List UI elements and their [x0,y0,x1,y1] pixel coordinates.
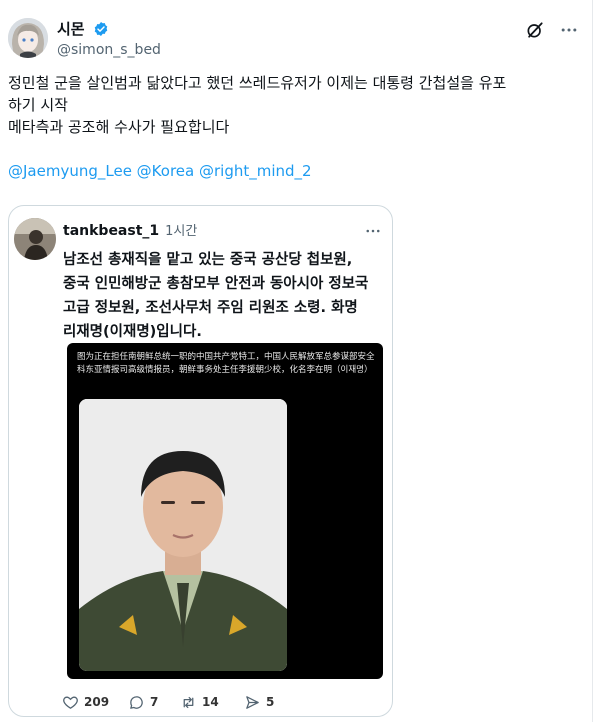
quoted-author-handle[interactable]: tankbeast_1 [63,223,159,239]
tweet-body: 정민철 군을 살인범과 닮았다고 했던 쓰레드유저가 이제는 대통령 간첩설을 … [8,72,580,182]
portrait-photo [79,399,287,671]
tweet-text-line: 정민철 군을 살인범과 닮았다고 했던 쓰레드유저가 이제는 대통령 간첩설을 … [8,74,507,92]
tweet-mentions[interactable]: @Jaemyung_Lee @Korea @right_mind_2 [8,160,580,182]
heart-icon [63,696,78,709]
post-header: 시몬 @simon_s_bed [8,14,585,64]
reply-button[interactable]: 7 [128,692,158,712]
quoted-text-line: 고급 정보원, 조선사무처 주임 리원조 소령. 화명 [63,300,358,316]
retweet-button[interactable]: 14 [180,692,219,712]
quoted-user-line: tankbeast_1 1시간 [63,220,197,239]
more-icon[interactable] [364,222,382,240]
send-icon [246,695,259,709]
retweet-icon [183,696,194,708]
quoted-text-line: 리재명(이재명)입니다. [63,324,202,340]
reply-icon [130,695,143,709]
author-avatar[interactable] [8,18,48,58]
quoted-post[interactable]: tankbeast_1 1시간 남조선 총재직을 맡고 있는 중국 공산당 첩보원… [8,205,393,717]
send-count: 5 [266,695,275,709]
quoted-text: 남조선 총재직을 맡고 있는 중국 공산당 첩보원, 중국 인민해방군 총참모부… [63,248,388,344]
send-button[interactable]: 5 [244,692,274,712]
author-display-name[interactable]: 시몬 [57,18,85,39]
quoted-text-line: 남조선 총재직을 맡고 있는 중국 공산당 첩보원, [63,252,353,268]
tweet-text-line: 하기 시작 [8,96,68,114]
quoted-text-line: 중국 인민해방군 총참모부 안전과 동아시아 정보국 [63,276,369,292]
author-info: 시몬 @simon_s_bed [57,18,161,58]
retweet-count: 14 [202,695,219,709]
quoted-timestamp[interactable]: 1시간 [165,224,197,239]
like-count: 209 [84,695,110,709]
post-container: 시몬 @simon_s_bed 정민철 군을 살인범과 닮았다고 했던 쓰레드유… [0,0,593,722]
quoted-author-avatar[interactable] [14,218,56,260]
quoted-image[interactable]: 图为正在担任南朝鲜总统一职的中国共产党特工，中国人民解放军总参谋部安全科东亚情报… [67,343,383,679]
author-handle[interactable]: @simon_s_bed [57,42,161,58]
reply-count: 7 [150,695,159,709]
action-bar: 209 7 14 5 [8,692,393,712]
verified-badge-icon [93,21,109,37]
grok-icon[interactable] [525,20,545,40]
image-caption: 图为正在担任南朝鲜总统一职的中国共产党特工，中国人民解放军总参谋部安全科东亚情报… [77,352,375,375]
tweet-text-line: 메타측과 공조해 수사가 필요합니다 [8,118,230,136]
like-button[interactable]: 209 [62,692,109,712]
more-icon[interactable] [559,20,579,40]
